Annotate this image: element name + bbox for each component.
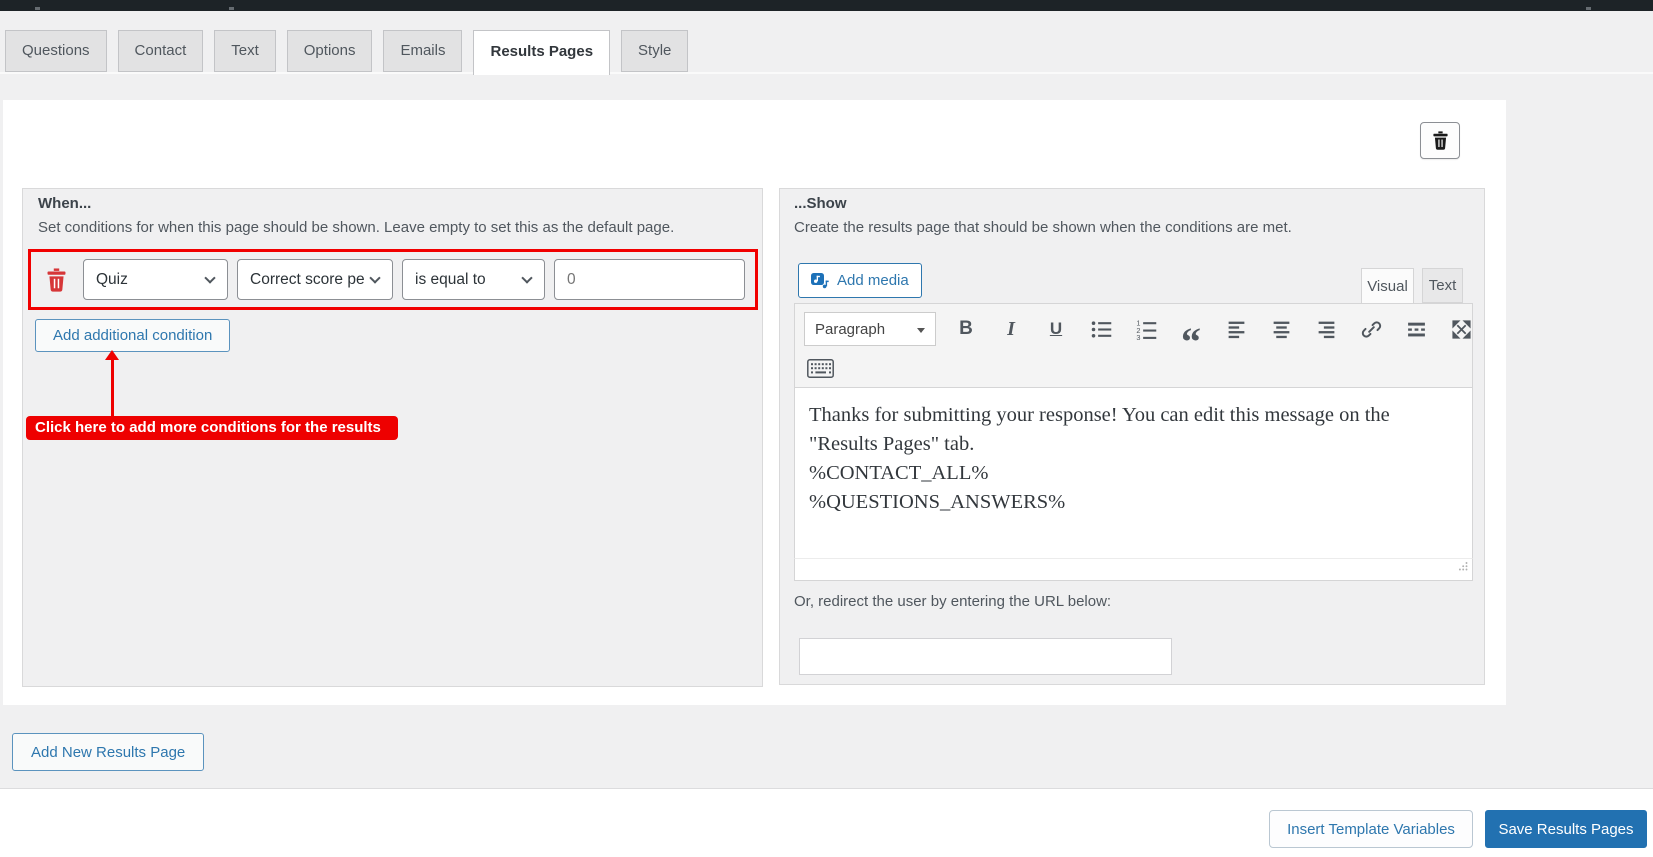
condition-target-value: Quiz [96,270,128,288]
chevron-down-icon [204,272,216,284]
when-conditions-panel: When... Set conditions for when this pag… [22,188,763,687]
keyboard-toolbar-toggle-button[interactable] [804,354,836,382]
admin-bar-item [35,7,40,10]
toolbar-row-1: 123 [950,312,1477,346]
tab-style[interactable]: Style [621,30,689,72]
blockquote-button[interactable] [1175,312,1207,346]
annotation-arrow-line [111,359,114,416]
editor-text-line: "Results Pages" tab. [809,433,975,455]
link-icon [1361,319,1382,340]
align-right-button[interactable] [1310,312,1342,346]
fullscreen-button[interactable] [1445,312,1477,346]
delete-condition-button[interactable] [47,267,66,292]
save-results-pages-button[interactable]: Save Results Pages [1485,810,1647,848]
blockquote-icon [1181,337,1201,347]
delete-results-page-button[interactable] [1420,122,1460,159]
editor-text-line: %QUESTIONS_ANSWERS% [809,491,1066,513]
when-panel-description: Set conditions for when this page should… [38,219,675,236]
tab-text[interactable]: Text [214,30,276,72]
trash-icon [1432,131,1448,150]
editor-statusbar [794,558,1473,581]
italic-button[interactable] [995,312,1027,346]
condition-field-value: Correct score pe [250,270,365,288]
resize-handle-icon[interactable] [1457,559,1469,577]
show-panel-description: Create the results page that should be s… [794,219,1292,236]
media-icon [811,272,830,289]
admin-bar-item [229,7,234,10]
settings-tabbar: Questions Contact Text Options Emails Re… [5,30,689,75]
chevron-down-icon [521,272,533,284]
align-left-button[interactable] [1220,312,1252,346]
admin-bar [0,0,1653,11]
condition-target-select[interactable]: Quiz [83,259,228,300]
tab-results-pages[interactable]: Results Pages [473,30,611,75]
add-media-button[interactable]: Add media [798,263,922,298]
paragraph-format-value: Paragraph [815,320,886,338]
condition-row-highlight: Quiz Correct score pe is equal to [28,249,758,310]
paragraph-format-select[interactable]: Paragraph [804,312,936,346]
condition-field-select[interactable]: Correct score pe [237,259,393,300]
editor-toolbar: Paragraph 123 [794,303,1473,388]
chevron-down-icon [369,272,381,284]
insert-read-more-button[interactable] [1400,312,1432,346]
align-center-button[interactable] [1265,312,1297,346]
when-panel-title: When... [38,195,92,212]
condition-value-input[interactable] [554,259,745,300]
tab-options[interactable]: Options [286,30,373,72]
keyboard-icon [806,358,834,378]
align-right-icon [1316,319,1337,340]
add-media-label: Add media [837,272,909,289]
condition-comparison-select[interactable]: is equal to [402,259,545,300]
link-button[interactable] [1355,312,1387,346]
add-new-results-page-button[interactable]: Add New Results Page [12,733,205,771]
svg-text:3: 3 [1136,333,1140,340]
align-left-icon [1226,319,1247,340]
editor-text-line: %CONTACT_ALL% [809,462,989,484]
annotation-callout: Click here to add more conditions for th… [26,416,398,440]
underline-icon [1050,319,1062,339]
align-center-icon [1271,319,1292,340]
tab-emails[interactable]: Emails [383,30,463,72]
numbered-list-icon: 123 [1136,319,1157,340]
tab-questions[interactable]: Questions [5,30,107,72]
editor-tab-text[interactable]: Text [1422,268,1463,303]
fullscreen-icon [1451,319,1472,340]
toolbar-row-2 [804,354,836,382]
editor-text-line: Thanks for submitting your response! You… [809,404,1390,426]
bold-button[interactable] [950,312,982,346]
italic-icon [1007,318,1015,341]
add-additional-condition-button[interactable]: Add additional condition [35,319,231,352]
condition-comparison-value: is equal to [415,270,486,288]
dropdown-arrow-icon [917,328,925,333]
wysiwyg-editor: Paragraph 123 [794,303,1473,581]
editor-content-area[interactable]: Thanks for submitting your response! You… [794,388,1473,558]
show-panel-title: ...Show [794,195,847,212]
bulleted-list-icon [1091,319,1112,340]
show-results-panel: ...Show Create the results page that sho… [779,188,1485,685]
tab-contact[interactable]: Contact [117,30,204,72]
bold-icon [959,318,973,340]
admin-bar-item [1586,7,1591,10]
trash-icon [47,267,66,292]
redirect-url-input[interactable] [799,638,1172,675]
bulleted-list-button[interactable] [1085,312,1117,346]
redirect-url-label: Or, redirect the user by entering the UR… [794,593,1112,610]
numbered-list-button[interactable]: 123 [1130,312,1162,346]
insert-template-variables-button[interactable]: Insert Template Variables [1269,810,1473,848]
underline-button[interactable] [1040,312,1072,346]
editor-tab-visual[interactable]: Visual [1361,268,1414,303]
insert-read-more-icon [1406,319,1427,340]
